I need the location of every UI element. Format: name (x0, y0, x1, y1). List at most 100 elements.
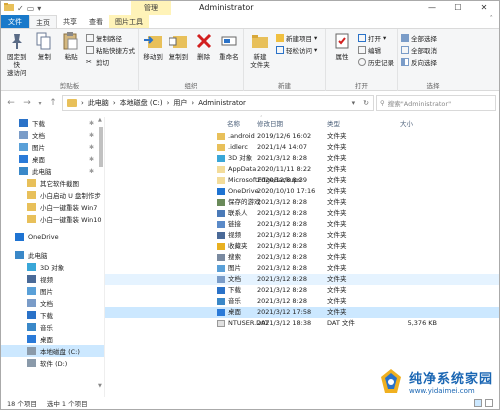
paste-shortcut-button[interactable]: 粘贴快捷方式 (85, 45, 135, 55)
search-placeholder: 搜索"Administrator" (387, 100, 452, 108)
sidebar-item[interactable]: 此电脑 (1, 249, 104, 261)
nav-scrollbar[interactable]: ▲ ▼ (98, 117, 104, 389)
ribbon-collapse-icon[interactable]: ˆ (490, 15, 494, 23)
table-row[interactable]: 音乐 2021/3/12 8:28 文件夹 (105, 296, 499, 307)
sidebar-item[interactable]: 下载 ✱ (1, 117, 104, 129)
sidebar-item[interactable]: 其它软件截图 (1, 177, 104, 189)
folder-icon (4, 3, 14, 13)
scroll-down-icon[interactable]: ▼ (98, 383, 102, 389)
table-row[interactable]: 图片 2021/3/12 8:28 文件夹 (105, 263, 499, 274)
chevron-down-icon[interactable]: ▾ (37, 4, 41, 13)
table-row[interactable]: 3D 对象 2021/3/12 8:28 文件夹 (105, 153, 499, 164)
cell-date: 2020/11/11 8:22 (257, 165, 312, 173)
sidebar-item[interactable]: 视频 (1, 273, 104, 285)
sidebar-item[interactable]: 文档 ✱ (1, 129, 104, 141)
sidebar-item[interactable]: 3D 对象 (1, 261, 104, 273)
table-row[interactable]: 视频 2021/3/12 8:28 文件夹 (105, 230, 499, 241)
column-type[interactable]: 类型 (327, 118, 340, 128)
table-row[interactable]: 收藏夹 2021/3/12 8:28 文件夹 (105, 241, 499, 252)
sidebar-item[interactable]: 小白启动 U 盘制作步 (1, 189, 104, 201)
properties-qat-icon[interactable]: ✓ (17, 4, 24, 13)
table-row[interactable]: 搜索 2021/3/12 8:28 文件夹 (105, 252, 499, 263)
select-none-button[interactable]: 全部取消 (401, 45, 437, 55)
table-row[interactable]: AppData 2020/11/11 8:22 文件夹 (105, 164, 499, 175)
table-row[interactable]: OneDrive 2020/10/10 17:16 文件夹 (105, 186, 499, 197)
pin-icon: ✱ (88, 119, 94, 127)
tab-file[interactable]: 文件 (1, 15, 29, 28)
tab-share[interactable]: 共享 (57, 15, 83, 28)
table-row[interactable]: .android 2019/12/6 16:02 文件夹 (105, 131, 499, 142)
sidebar-item[interactable]: 桌面 ✱ (1, 153, 104, 165)
table-row[interactable]: .idlerc 2021/1/4 14:07 文件夹 (105, 142, 499, 153)
search-input[interactable]: ⚲ 搜索"Administrator" (376, 95, 496, 111)
refresh-icon[interactable]: ↻ (363, 99, 369, 107)
select-all-button[interactable]: 全部选择 (401, 33, 437, 43)
easy-access-button[interactable]: 轻松访问 ▾ (276, 45, 317, 55)
sidebar-item[interactable]: 下载 (1, 309, 104, 321)
download-icon (217, 287, 225, 294)
table-row[interactable]: 下载 2021/3/12 8:28 文件夹 (105, 285, 499, 296)
recent-dropdown-button[interactable]: ▾ (36, 100, 44, 107)
details-view-icon[interactable] (474, 399, 482, 407)
edit-button[interactable]: 编辑 (358, 45, 394, 55)
breadcrumb-item[interactable]: 用户 (173, 98, 187, 108)
sidebar-item-label: 小白一键重装 Win7 (40, 204, 98, 212)
sidebar-item[interactable]: 此电脑 ✱ (1, 165, 104, 177)
sidebar-item[interactable]: OneDrive (1, 231, 104, 243)
history-button[interactable]: 历史记录 (358, 57, 394, 67)
context-tab-manage[interactable]: 管理 (131, 1, 171, 15)
scroll-up-icon[interactable]: ▲ (98, 117, 102, 123)
cell-date: 2021/3/12 8:28 (257, 220, 307, 228)
sidebar-item[interactable]: 图片 (1, 285, 104, 297)
table-row[interactable]: 联系人 2021/3/12 8:28 文件夹 (105, 208, 499, 219)
breadcrumb-item[interactable]: 本地磁盘 (C:) (120, 98, 163, 108)
download-icon (27, 311, 36, 319)
table-row[interactable]: 文档 2021/3/12 8:28 文件夹 (105, 274, 499, 285)
open-button[interactable]: 打开 ▾ (358, 33, 394, 43)
organize-group: 移动到 复制到 删除 重命名 组织 (139, 29, 244, 91)
copy-path-button[interactable]: 复制路径 (85, 33, 135, 43)
column-modified[interactable]: 修改日期 (257, 118, 283, 128)
scroll-thumb[interactable] (99, 127, 103, 167)
cut-button[interactable]: ✂ 剪切 (86, 57, 135, 67)
pc-icon (19, 167, 28, 175)
column-name[interactable]: 名称 (227, 118, 240, 128)
sidebar-item[interactable]: 图片 ✱ (1, 141, 104, 153)
address-dropdown-icon[interactable]: ▾ (352, 99, 356, 107)
tab-picture-tools[interactable]: 图片工具 (109, 15, 149, 28)
sidebar-item[interactable]: 小白一键重装 Win7 (1, 201, 104, 213)
tab-view[interactable]: 查看 (83, 15, 109, 28)
breadcrumb-item[interactable]: 此电脑 (88, 98, 109, 108)
sidebar-item[interactable]: 小白一键重装 Win10 (1, 213, 104, 225)
breadcrumb-item[interactable]: Administrator (198, 99, 246, 107)
large-icons-view-icon[interactable] (485, 399, 493, 407)
quick-access-toolbar: ✓ ▭ ▾ (1, 3, 41, 13)
sidebar-item[interactable]: 文档 (1, 297, 104, 309)
table-row[interactable]: 链接 2021/3/12 8:28 文件夹 (105, 219, 499, 230)
watermark: 纯净系统家园 www.yidaimei.com (377, 367, 493, 395)
close-button[interactable]: ✕ (471, 1, 497, 15)
tab-home[interactable]: 主页 (29, 15, 57, 28)
easy-access-icon (276, 46, 284, 54)
address-bar[interactable]: › 此电脑 › 本地磁盘 (C:) › 用户 › Administrator ▾… (62, 95, 374, 111)
table-row[interactable]: NTUSER.DAT 2021/3/12 18:38 DAT 文件 5,376 KB (105, 318, 499, 329)
table-row[interactable]: MicrosoftEdgeBackups 2020/12/8 8:39 文件夹 (105, 175, 499, 186)
invert-selection-button[interactable]: 反向选择 (401, 57, 437, 67)
cell-date: 2021/3/12 17:58 (257, 308, 312, 316)
maximize-button[interactable]: ☐ (445, 1, 471, 15)
forward-button[interactable]: → (20, 98, 34, 108)
sidebar-item[interactable]: 桌面 (1, 333, 104, 345)
sidebar-item[interactable]: 音乐 (1, 321, 104, 333)
pin-icon: ✱ (88, 167, 94, 175)
sidebar-item[interactable]: 本地磁盘 (C:) (1, 345, 104, 357)
games-icon (217, 199, 225, 206)
back-button[interactable]: ← (4, 98, 18, 108)
new-folder-qat-icon[interactable]: ▭ (27, 4, 35, 13)
sidebar-item[interactable]: 软件 (D:) (1, 357, 104, 369)
new-item-button[interactable]: 新建项目 ▾ (276, 33, 317, 43)
up-button[interactable]: ↑ (46, 98, 60, 108)
column-size[interactable]: 大小 (400, 118, 413, 128)
table-row[interactable]: 保存的游戏 2021/3/12 8:28 文件夹 (105, 197, 499, 208)
table-row[interactable]: 桌面 2021/3/12 17:58 文件夹 (105, 307, 499, 318)
minimize-button[interactable]: — (419, 1, 445, 15)
